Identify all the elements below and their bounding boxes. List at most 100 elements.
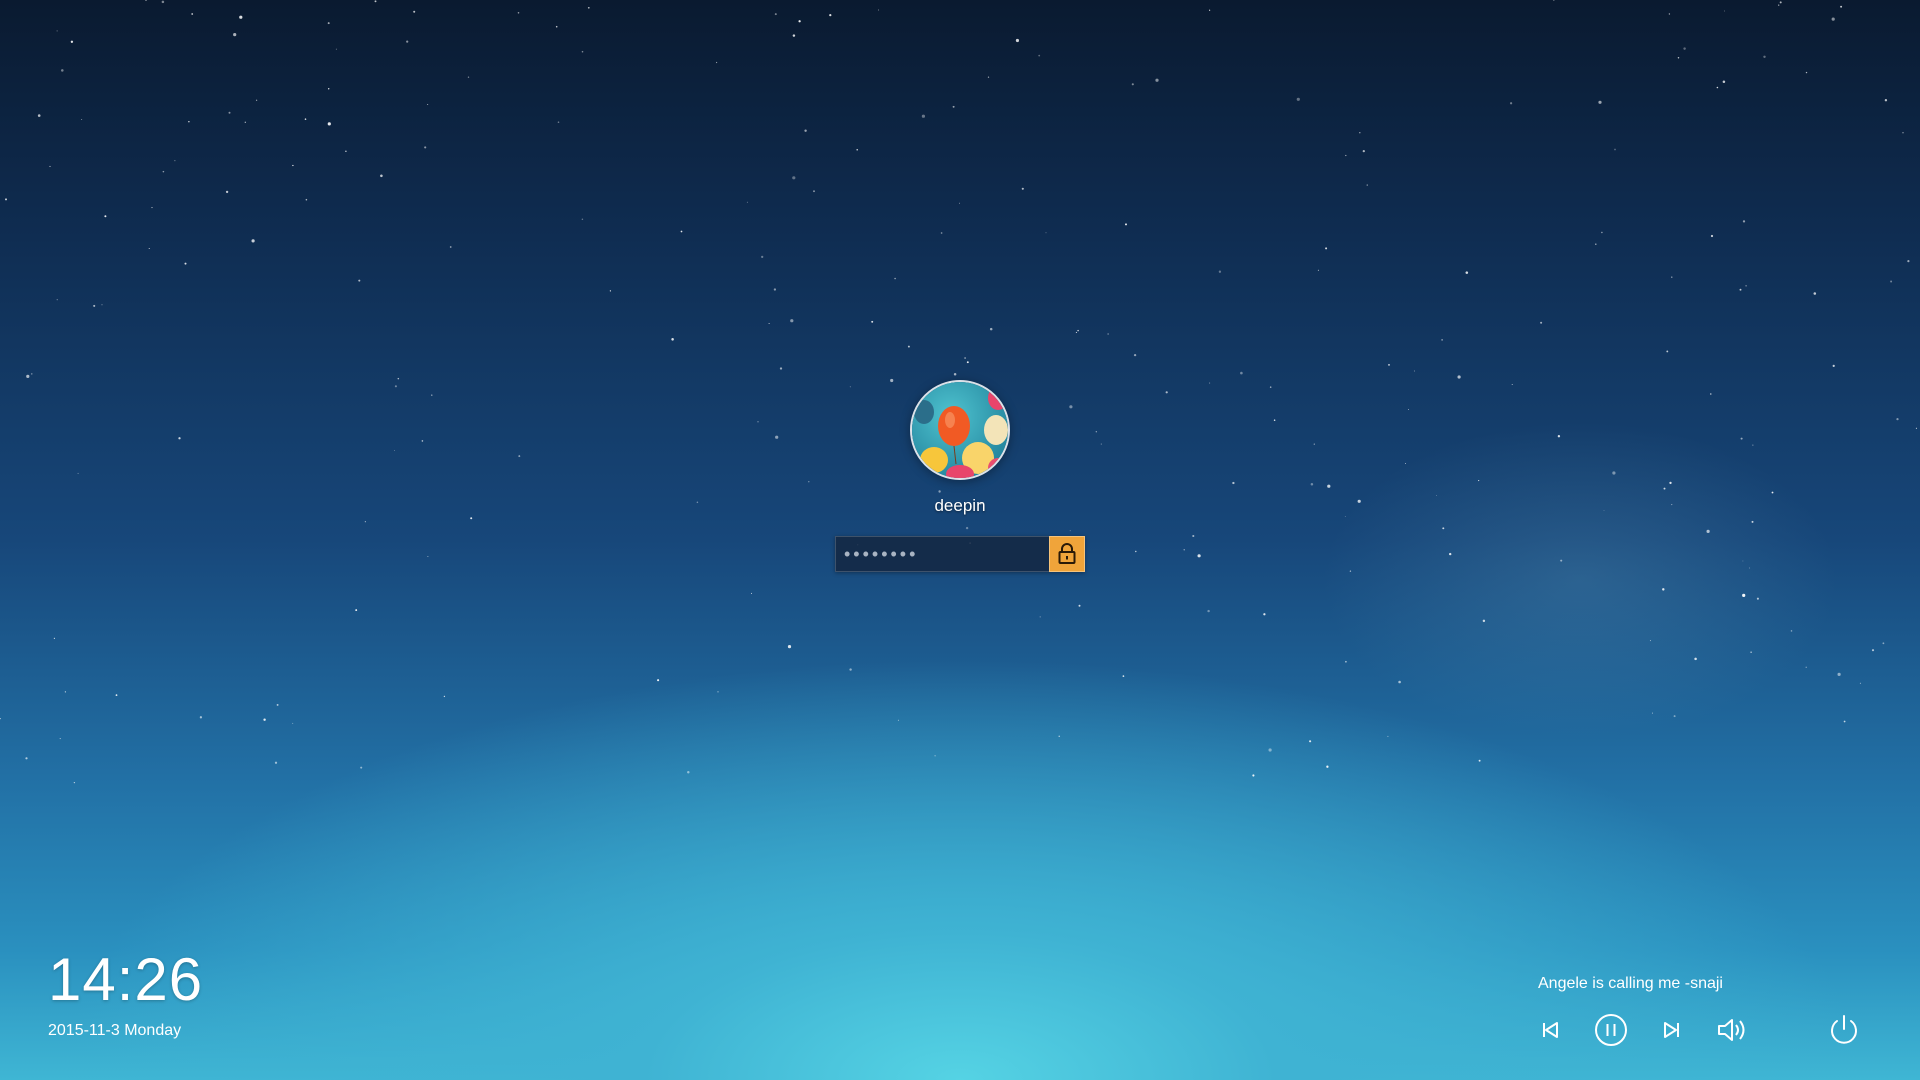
star: [1100, 443, 1102, 445]
star: [757, 421, 759, 423]
star: [1218, 270, 1222, 273]
star: [1344, 515, 1346, 517]
star: [1882, 642, 1885, 645]
star: [1263, 613, 1266, 616]
star: [1805, 666, 1807, 668]
star: [184, 262, 187, 265]
star: [581, 50, 584, 53]
star: [1813, 292, 1817, 295]
star: [1790, 630, 1793, 632]
star: [1296, 97, 1300, 101]
star: [1751, 520, 1754, 523]
star: [1387, 735, 1389, 737]
next-track-button[interactable]: [1652, 1010, 1692, 1050]
star: [609, 290, 612, 292]
star: [151, 207, 153, 209]
star: [1915, 427, 1917, 429]
star: [101, 304, 103, 306]
star: [657, 679, 660, 682]
star: [1557, 435, 1561, 438]
pause-button[interactable]: [1591, 1010, 1631, 1050]
star: [1131, 83, 1134, 86]
star: [746, 201, 748, 203]
star: [345, 150, 347, 153]
star: [1779, 1, 1782, 4]
star: [394, 449, 395, 451]
previous-track-button[interactable]: [1530, 1010, 1570, 1050]
star: [1398, 680, 1401, 684]
star: [1671, 504, 1673, 506]
star: [1749, 567, 1751, 569]
star: [188, 121, 190, 123]
clock-date: 2015-11-3 Monday: [48, 1022, 182, 1039]
star: [1831, 17, 1835, 21]
pause-circle-icon: [1595, 1014, 1627, 1046]
star: [517, 12, 520, 14]
star: [115, 694, 118, 696]
star: [380, 174, 383, 178]
unlock-button[interactable]: [1049, 536, 1085, 572]
skip-next-icon: [1664, 1022, 1679, 1038]
star: [228, 111, 231, 114]
star: [1694, 657, 1697, 661]
star: [1441, 339, 1443, 341]
star: [1135, 550, 1137, 553]
star: [1677, 57, 1680, 59]
lock-icon: [1058, 543, 1076, 564]
star: [1612, 471, 1616, 475]
star: [518, 455, 521, 458]
star: [1478, 759, 1481, 762]
power-button[interactable]: [1824, 1010, 1864, 1050]
star: [798, 20, 801, 23]
star: [1058, 735, 1060, 737]
star: [1357, 499, 1361, 503]
star: [897, 719, 899, 721]
star: [907, 345, 910, 348]
star: [808, 481, 810, 483]
star: [394, 385, 397, 388]
star: [813, 190, 815, 193]
star: [856, 149, 858, 151]
star: [761, 255, 764, 259]
star: [1739, 288, 1742, 291]
star: [1095, 431, 1097, 433]
star: [360, 766, 363, 769]
star: [1045, 232, 1047, 234]
volume-button[interactable]: [1713, 1010, 1753, 1050]
star: [1706, 529, 1710, 534]
username-label: deepin: [934, 496, 986, 515]
star: [1598, 100, 1602, 104]
star: [829, 14, 832, 17]
star: [327, 122, 331, 126]
star: [934, 755, 936, 757]
star: [751, 592, 752, 594]
star: [81, 119, 83, 121]
star: [1038, 54, 1041, 57]
star: [1183, 549, 1185, 551]
star: [557, 121, 560, 123]
balloons-avatar-image: [912, 382, 1008, 478]
star: [1326, 765, 1329, 768]
star: [1465, 271, 1469, 274]
star: [773, 288, 777, 291]
star: [1601, 231, 1603, 234]
login-panel: deepin ••••••••: [834, 380, 1086, 572]
star: [1165, 391, 1168, 394]
star: [1015, 38, 1020, 43]
star: [53, 637, 56, 640]
star: [671, 338, 674, 341]
star: [555, 25, 558, 28]
star: [328, 88, 330, 90]
star: [787, 645, 792, 649]
star: [1269, 386, 1272, 388]
star: [56, 30, 58, 32]
star: [958, 202, 960, 204]
star: [1240, 371, 1243, 375]
star: [358, 279, 361, 282]
star: [1560, 559, 1563, 562]
star: [1902, 132, 1904, 134]
star: [716, 61, 718, 64]
password-field[interactable]: ••••••••: [835, 536, 1049, 572]
user-avatar[interactable]: [910, 380, 1010, 480]
star: [431, 394, 433, 396]
